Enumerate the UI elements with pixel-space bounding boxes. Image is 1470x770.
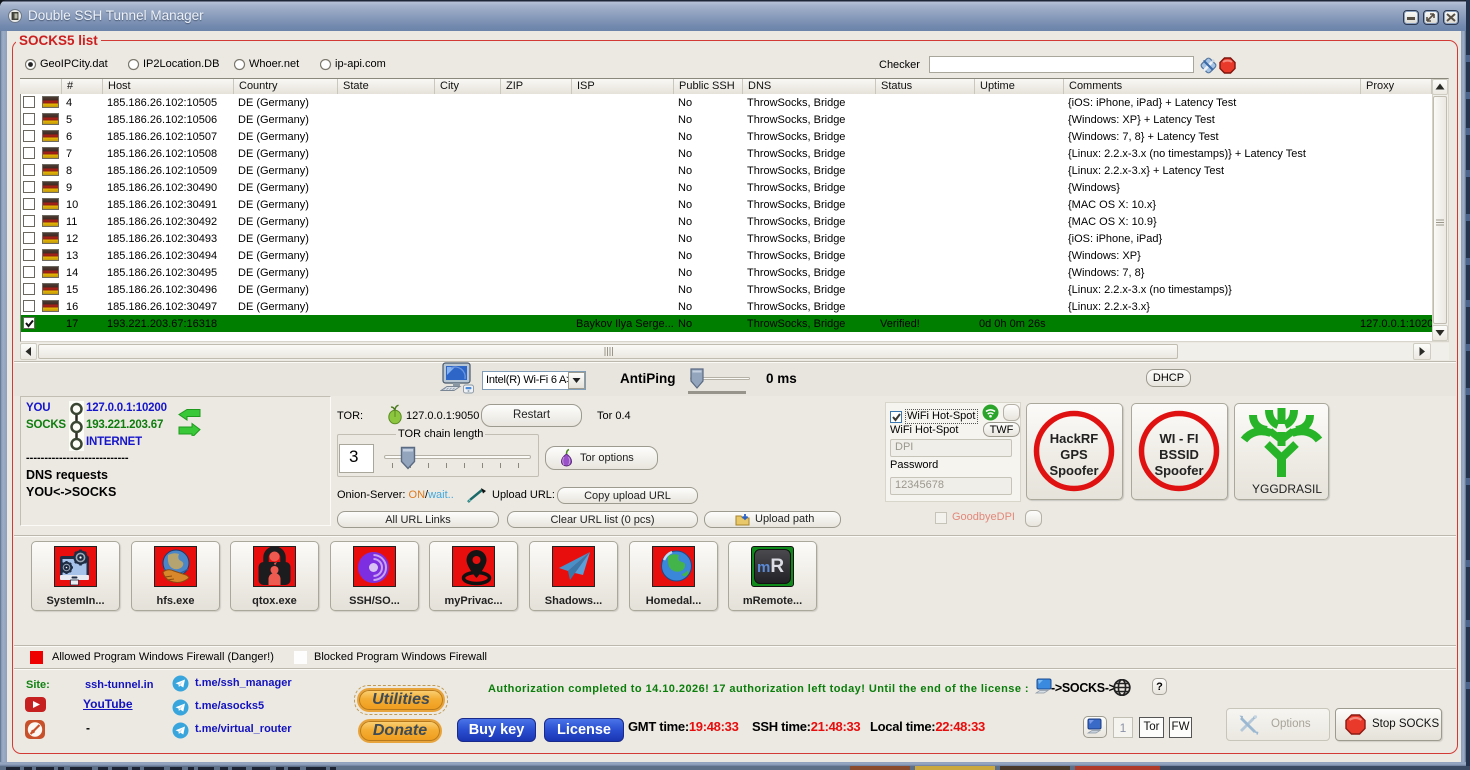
svg-text:BSSID: BSSID xyxy=(1159,447,1199,462)
svg-text:Spoofer: Spoofer xyxy=(1154,463,1203,478)
svg-text:WI - FI: WI - FI xyxy=(1160,431,1199,446)
svg-text:GPS: GPS xyxy=(1060,447,1088,462)
svg-text:Spoofer: Spoofer xyxy=(1049,463,1098,478)
svg-text:HackRF: HackRF xyxy=(1050,431,1098,446)
